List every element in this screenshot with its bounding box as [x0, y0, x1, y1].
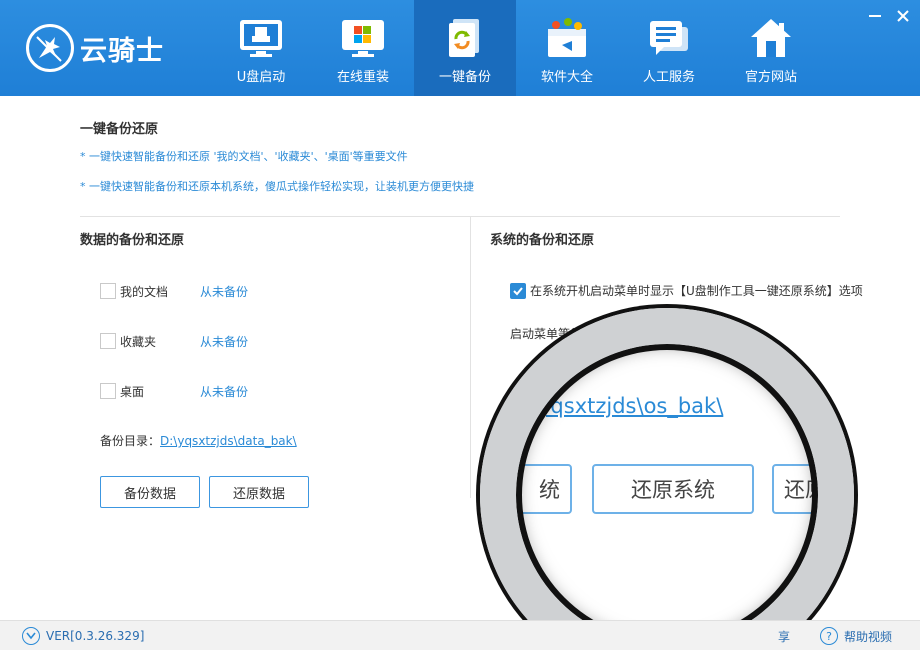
- desktop-checkbox[interactable]: [100, 383, 116, 399]
- share-link[interactable]: 享: [778, 628, 790, 645]
- magnifier-lens: yqsxtzjds\os_bak\ 备 统 还原系统 还原: [512, 340, 822, 650]
- intro-title: 一键备份还原: [80, 122, 159, 137]
- section-divider: [80, 216, 840, 217]
- software-box-icon: [543, 16, 591, 60]
- checkbox-label: 收藏夹: [120, 334, 157, 349]
- close-icon[interactable]: [896, 8, 910, 22]
- show-menu-option: 在系统开机启动菜单时显示【U盘制作工具一键还原系统】选项: [510, 282, 863, 299]
- tab-usb-boot[interactable]: U盘启动: [210, 0, 312, 96]
- usb-monitor-icon: [237, 16, 285, 60]
- restore-other-button[interactable]: 还原: [772, 464, 822, 514]
- backup-directory-link[interactable]: D:\yqsxtzjds\data_bak\: [160, 434, 297, 448]
- backup-status: 从未备份: [200, 384, 249, 399]
- version-chevron-icon: [22, 627, 40, 645]
- checkbox-label: 桌面: [120, 384, 145, 399]
- minimize-icon[interactable]: [868, 8, 882, 22]
- my-documents-checkbox[interactable]: [100, 283, 116, 299]
- backup-status: 从未备份: [200, 334, 249, 349]
- favorites-checkbox[interactable]: [100, 333, 116, 349]
- version-text: VER[0.3.26.329]: [46, 629, 145, 643]
- tab-online-reinstall[interactable]: 在线重装: [312, 0, 414, 96]
- wait-time-unit: 秒: [702, 326, 715, 341]
- backup-data-button[interactable]: 备份数据: [100, 476, 200, 508]
- column-divider: [470, 216, 471, 498]
- app-name: 云骑士: [80, 35, 164, 67]
- tab-label: 人工服务: [642, 70, 695, 85]
- help-video-label: 帮助视频: [844, 629, 893, 644]
- tab-label: 在线重装: [336, 70, 389, 85]
- backup-directory-label: 备份目录：: [100, 434, 161, 448]
- data-backup-title: 数据的备份和还原: [80, 233, 185, 248]
- window-controls: [868, 8, 910, 22]
- tab-label: 官方网站: [744, 70, 797, 85]
- tab-label: 一键备份: [438, 70, 491, 85]
- home-icon: [747, 16, 795, 60]
- intro-line-2: * 一键快速智能备份和还原本机系统，傻瓜式操作轻松实现，让装机更方便更快捷: [80, 180, 474, 193]
- list-item: 收藏夹 从未备份: [100, 332, 248, 350]
- app-header: 云骑士 U盘启动 在线重装 一键备份 软件大全 人工服务 官方网站: [0, 0, 920, 96]
- knight-logo-icon: [26, 24, 74, 72]
- help-icon: ?: [820, 627, 838, 645]
- intro-line-1: * 一键快速智能备份和还原 '我的文档'、'收藏夹'、'桌面'等重要文件: [80, 150, 408, 163]
- list-item: 桌面 从未备份: [100, 382, 248, 400]
- help-video-link[interactable]: ? 帮助视频: [820, 627, 892, 645]
- magnified-label: 备: [512, 435, 520, 451]
- restore-data-button[interactable]: 还原数据: [209, 476, 309, 508]
- checkmark-icon: [513, 286, 523, 295]
- status-bar: VER[0.3.26.329] 享 ? 帮助视频: [0, 620, 920, 650]
- tab-label: U盘启动: [236, 70, 286, 85]
- backup-directory: 备份目录：D:\yqsxtzjds\data_bak\: [100, 432, 297, 449]
- system-backup-title: 系统的备份和还原: [490, 233, 595, 248]
- show-menu-checkbox[interactable]: [510, 282, 526, 299]
- version-info: VER[0.3.26.329]: [22, 627, 144, 645]
- restore-system-button[interactable]: 还原系统: [592, 464, 754, 514]
- os-backup-directory-link[interactable]: yqsxtzjds\os_bak\: [538, 394, 723, 418]
- list-item: 我的文档 从未备份: [100, 282, 248, 300]
- show-menu-label: 在系统开机启动菜单时显示【U盘制作工具一键还原系统】选项: [530, 284, 863, 298]
- tab-one-click-backup[interactable]: 一键备份: [414, 0, 516, 96]
- backup-status: 从未备份: [200, 284, 249, 299]
- wait-time-label: 启动菜单等待时间: [510, 326, 607, 341]
- app-logo: 云骑士: [26, 22, 164, 74]
- checkbox-label: 我的文档: [120, 284, 169, 299]
- tab-official-site[interactable]: 官方网站: [720, 0, 822, 96]
- main-nav: U盘启动 在线重装 一键备份 软件大全 人工服务 官方网站: [210, 0, 822, 96]
- backup-system-button[interactable]: 统: [512, 464, 572, 514]
- backup-icon: [441, 16, 489, 60]
- tab-label: 软件大全: [540, 70, 593, 85]
- windows-monitor-icon: [339, 16, 387, 60]
- chat-service-icon: [645, 16, 693, 60]
- tab-software[interactable]: 软件大全: [516, 0, 618, 96]
- tab-manual-service[interactable]: 人工服务: [618, 0, 720, 96]
